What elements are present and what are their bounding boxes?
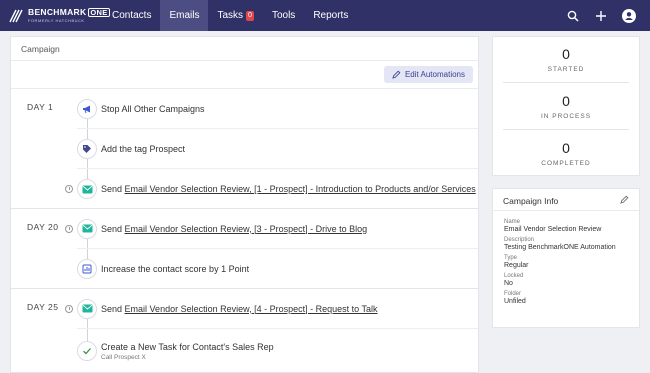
email-link[interactable]: Email Vendor Selection Review, [4 - Pros… xyxy=(125,304,378,314)
info-value: No xyxy=(504,280,513,287)
info-key: Folder xyxy=(504,291,522,297)
info-field-name: Name Email Vendor Selection Review xyxy=(504,219,629,233)
stat-value: 0 xyxy=(562,140,570,156)
step-increase-score[interactable]: Increase the contact score by 1 Point xyxy=(77,249,478,289)
stat-label: STARTED xyxy=(547,66,585,73)
step-stop-campaigns[interactable]: Stop All Other Campaigns xyxy=(77,89,478,129)
send-prefix: Send xyxy=(101,303,123,314)
send-prefix: Send xyxy=(101,184,123,194)
step-text: Send Email Vendor Selection Review, [4 -… xyxy=(101,304,378,314)
nav-reports[interactable]: Reports xyxy=(304,0,357,31)
clock-icon xyxy=(65,304,73,313)
day-section-25: DAY 25 Send Email Vendor Selection Revie… xyxy=(11,289,478,373)
stat-started: 0 STARTED xyxy=(501,46,631,73)
info-value: Email Vendor Selection Review xyxy=(504,226,602,233)
campaign-info-title: Campaign Info xyxy=(503,196,559,206)
day-section-1: DAY 1 Stop All Other Campaigns Add the t… xyxy=(11,89,478,209)
info-field-locked: Locked No xyxy=(504,273,629,287)
nav-tasks-label: Tasks xyxy=(217,10,244,21)
info-field-type: Type Regular xyxy=(504,255,629,269)
campaign-info-panel: Campaign Info Name Email Vendor Selectio… xyxy=(492,188,640,328)
nav-tasks[interactable]: Tasks 0 xyxy=(208,0,262,31)
info-field-folder: Folder Unfiled xyxy=(504,291,629,305)
campaign-toolbar: Edit Automations xyxy=(11,61,478,89)
checkmark-icon xyxy=(77,341,97,361)
email-link[interactable]: Email Vendor Selection Review, [1 - Pros… xyxy=(125,184,476,194)
step-create-task[interactable]: Create a New Task for Contact's Sales Re… xyxy=(77,329,478,373)
email-icon xyxy=(77,179,97,199)
step-text: Stop All Other Campaigns xyxy=(101,103,205,114)
step-text: Send Email Vendor Selection Review, [3 -… xyxy=(101,224,367,234)
email-link[interactable]: Email Vendor Selection Review, [3 - Pros… xyxy=(125,224,368,234)
step-text: Increase the contact score by 1 Point xyxy=(101,264,250,274)
stat-label: COMPLETED xyxy=(541,160,591,167)
email-icon xyxy=(77,298,97,319)
step-text: Send Email Vendor Selection Review, [1 -… xyxy=(101,184,476,194)
step-text: Create a New Task for Contact's Sales Re… xyxy=(101,341,274,352)
stat-completed: 0 COMPLETED xyxy=(501,140,631,167)
day-section-20: DAY 20 Send Email Vendor Selection Revie… xyxy=(11,209,478,289)
step-send-email[interactable]: Send Email Vendor Selection Review, [1 -… xyxy=(65,169,478,209)
stat-label: IN PROCESS xyxy=(540,113,592,120)
campaign-title: Campaign xyxy=(11,37,478,61)
clock-icon xyxy=(65,224,73,233)
info-field-description: Description Testing BenchmarkONE Automat… xyxy=(504,237,629,251)
user-avatar-icon[interactable] xyxy=(622,8,636,23)
step-text: Add the tag Prospect xyxy=(101,143,186,154)
info-value: Unfiled xyxy=(504,298,526,305)
stats-panel: 0 STARTED 0 IN PROCESS 0 COMPLETED xyxy=(492,36,640,176)
step-add-tag[interactable]: Add the tag Prospect xyxy=(77,129,478,169)
score-icon xyxy=(77,259,97,279)
pencil-icon xyxy=(392,70,401,79)
logo-name: BENCHMARK xyxy=(28,7,87,18)
stat-value: 0 xyxy=(562,46,570,62)
edit-automations-button[interactable]: Edit Automations xyxy=(383,66,473,83)
step-send-email[interactable]: Send Email Vendor Selection Review, [4 -… xyxy=(65,289,478,329)
tag-icon xyxy=(77,138,97,159)
send-prefix: Send xyxy=(101,223,123,234)
nav-tools[interactable]: Tools xyxy=(263,0,304,31)
step-subtext: Call Prospect X xyxy=(101,353,146,361)
stat-in-process: 0 IN PROCESS xyxy=(501,93,631,120)
day-label: DAY 20 xyxy=(27,222,59,232)
info-key: Description xyxy=(504,237,535,243)
logo-subtitle: FORMERLY HATCHBUCK xyxy=(28,18,85,24)
info-key: Locked xyxy=(504,273,524,279)
tasks-count-badge: 0 xyxy=(246,10,254,21)
email-icon xyxy=(77,218,97,239)
info-key: Type xyxy=(504,255,518,261)
stat-value: 0 xyxy=(562,93,570,109)
search-icon[interactable] xyxy=(566,9,580,23)
add-icon[interactable] xyxy=(594,9,608,23)
megaphone-icon xyxy=(77,98,97,119)
step-send-email[interactable]: Send Email Vendor Selection Review, [3 -… xyxy=(65,209,478,249)
nav-emails[interactable]: Emails xyxy=(160,0,209,31)
day-label: DAY 1 xyxy=(27,102,54,112)
day-label: DAY 25 xyxy=(27,302,59,312)
info-value: Regular xyxy=(504,262,529,269)
nav-contacts[interactable]: Contacts xyxy=(103,0,160,31)
clock-icon xyxy=(65,185,73,193)
benchmark-logo[interactable]: BENCHMARK ONE FORMERLY HATCHBUCK xyxy=(0,0,110,31)
logo-mark-icon xyxy=(8,8,24,24)
top-nav: BENCHMARK ONE FORMERLY HATCHBUCK Contacts… xyxy=(0,0,650,31)
edit-info-pencil-icon[interactable] xyxy=(620,195,629,204)
edit-automations-label: Edit Automations xyxy=(404,70,465,79)
campaign-panel: Campaign Edit Automations DAY 1 Stop All… xyxy=(10,36,479,373)
info-key: Name xyxy=(504,219,521,225)
info-value: Testing BenchmarkONE Automation xyxy=(504,244,616,251)
